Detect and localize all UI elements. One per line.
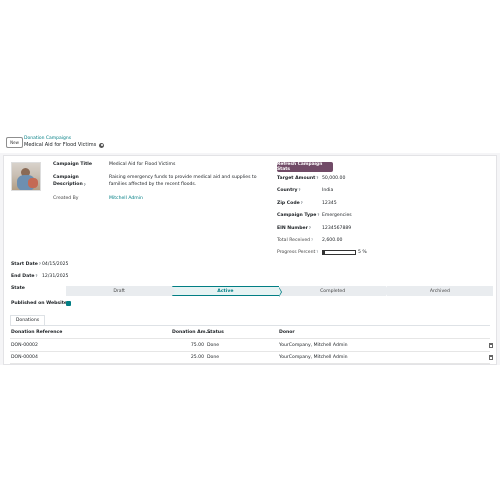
- stage-active-label: Active: [217, 288, 234, 294]
- breadcrumb-parent-link[interactable]: Donation Campaigns: [24, 136, 71, 141]
- tooltip-marker[interactable]: ?: [311, 238, 313, 242]
- tooltip-marker[interactable]: ?: [309, 226, 311, 230]
- breadcrumb-current: Medical Aid for Flood Victims: [24, 142, 105, 148]
- gear-icon[interactable]: [99, 142, 105, 148]
- table-row-divider: [10, 351, 490, 352]
- total-received-label: Total Received?: [277, 238, 313, 243]
- target-amount-label: Target Amount?: [277, 176, 318, 181]
- start-date-value[interactable]: 04/15/2025: [42, 262, 68, 267]
- tooltip-marker[interactable]: ?: [316, 250, 318, 254]
- tooltip-marker[interactable]: ?: [299, 188, 301, 192]
- start-date-label-text: Start Date: [11, 262, 38, 267]
- row1-reference[interactable]: DON-00002: [11, 343, 38, 348]
- stage-archived[interactable]: Archived: [385, 286, 493, 296]
- row2-amount[interactable]: 25.00: [172, 355, 204, 360]
- state-statusbar: Draft Active Completed Archived: [66, 286, 493, 297]
- zip-code-value[interactable]: 12345: [322, 201, 337, 206]
- progress-bar: [322, 250, 356, 255]
- created-by-label: Created By: [53, 196, 79, 201]
- tooltip-marker[interactable]: ?: [36, 274, 38, 278]
- tooltip-marker[interactable]: ?: [316, 176, 318, 180]
- row1-status[interactable]: Done: [207, 343, 219, 348]
- stage-completed-arrow: [385, 286, 389, 296]
- trash-icon[interactable]: [489, 343, 493, 348]
- start-date-label: Start Date?: [11, 262, 41, 267]
- stage-archived-label: Archived: [429, 288, 450, 294]
- tooltip-marker[interactable]: ?: [301, 201, 303, 205]
- campaign-description-label-text: Campaign Description: [53, 175, 83, 187]
- campaign-description-label: Campaign Description?: [53, 175, 86, 188]
- campaign-type-label: Campaign Type?: [277, 213, 319, 218]
- campaign-title-label: Campaign Title: [53, 162, 92, 167]
- column-header-donor[interactable]: Donor: [279, 330, 295, 335]
- trash-icon[interactable]: [489, 355, 493, 360]
- campaign-title-value[interactable]: Medical Aid for Flood Victims: [109, 162, 175, 167]
- published-checkbox[interactable]: [66, 301, 71, 306]
- stage-draft-arrow: [172, 286, 176, 296]
- tab-divider: [10, 325, 490, 326]
- progress-percent-label: Progress Percent?: [277, 250, 318, 255]
- progress-percent-value: 5 %: [358, 250, 367, 255]
- campaign-image[interactable]: [11, 162, 41, 191]
- tooltip-marker[interactable]: ?: [39, 262, 41, 266]
- stage-completed-label: Completed: [320, 288, 346, 294]
- campaign-type-value[interactable]: Emergencies: [322, 213, 352, 218]
- country-value[interactable]: India: [322, 188, 333, 193]
- stage-completed[interactable]: Completed: [278, 286, 389, 296]
- created-by-value[interactable]: Mitchell Admin: [109, 196, 143, 201]
- tab-donations[interactable]: Donations: [10, 315, 45, 325]
- state-label: State: [11, 286, 25, 291]
- campaign-type-label-text: Campaign Type: [277, 213, 317, 218]
- ein-number-label: EIN Number?: [277, 226, 311, 231]
- end-date-value[interactable]: 12/31/2025: [42, 274, 68, 279]
- breadcrumb-current-label: Medical Aid for Flood Victims: [24, 142, 97, 148]
- row2-donor[interactable]: YourCompany, Mitchell Admin: [279, 355, 348, 360]
- zip-code-label-text: Zip Code: [277, 201, 300, 206]
- published-label: Published on Website?: [11, 301, 70, 306]
- published-label-text: Published on Website: [11, 301, 68, 306]
- row1-donor[interactable]: YourCompany, Mitchell Admin: [279, 343, 348, 348]
- campaign-description-value[interactable]: Raising emergency funds to provide medic…: [109, 175, 264, 188]
- zip-code-label: Zip Code?: [277, 201, 303, 206]
- stage-draft[interactable]: Draft: [66, 286, 176, 296]
- progress-percent-label-text: Progress Percent: [277, 250, 316, 255]
- target-amount-value[interactable]: 50,000.00: [322, 176, 345, 181]
- row2-status[interactable]: Done: [207, 355, 219, 360]
- total-received-value: 2,600.00: [322, 238, 343, 243]
- column-header-reference[interactable]: Donation Reference: [11, 330, 62, 335]
- table-header-divider: [10, 338, 490, 339]
- stage-draft-label: Draft: [113, 288, 125, 294]
- country-label-text: Country: [277, 188, 298, 193]
- stage-active-arrow-inner: [278, 288, 281, 296]
- country-label: Country?: [277, 188, 301, 193]
- end-date-label-text: End Date: [11, 274, 35, 279]
- target-amount-label-text: Target Amount: [277, 176, 316, 181]
- ein-number-value[interactable]: 1234567889: [322, 226, 351, 231]
- end-date-label: End Date?: [11, 274, 38, 279]
- refresh-campaign-stats-button[interactable]: Refresh Campaign Stats: [277, 162, 333, 172]
- column-header-status[interactable]: Status: [207, 330, 224, 335]
- ein-number-label-text: EIN Number: [277, 226, 308, 231]
- stage-active[interactable]: Active: [172, 286, 282, 297]
- total-received-label-text: Total Received: [277, 238, 311, 243]
- tooltip-marker[interactable]: ?: [317, 213, 319, 217]
- row2-reference[interactable]: DON-00004: [11, 355, 38, 360]
- row1-amount[interactable]: 75.00: [172, 343, 204, 348]
- new-button[interactable]: New: [6, 137, 23, 148]
- table-row-divider: [10, 363, 490, 364]
- progress-bar-fill: [323, 251, 325, 254]
- column-header-amount[interactable]: Donation Am...: [172, 330, 211, 335]
- tooltip-marker[interactable]: ?: [84, 183, 86, 187]
- image-figure-detail: [28, 178, 38, 188]
